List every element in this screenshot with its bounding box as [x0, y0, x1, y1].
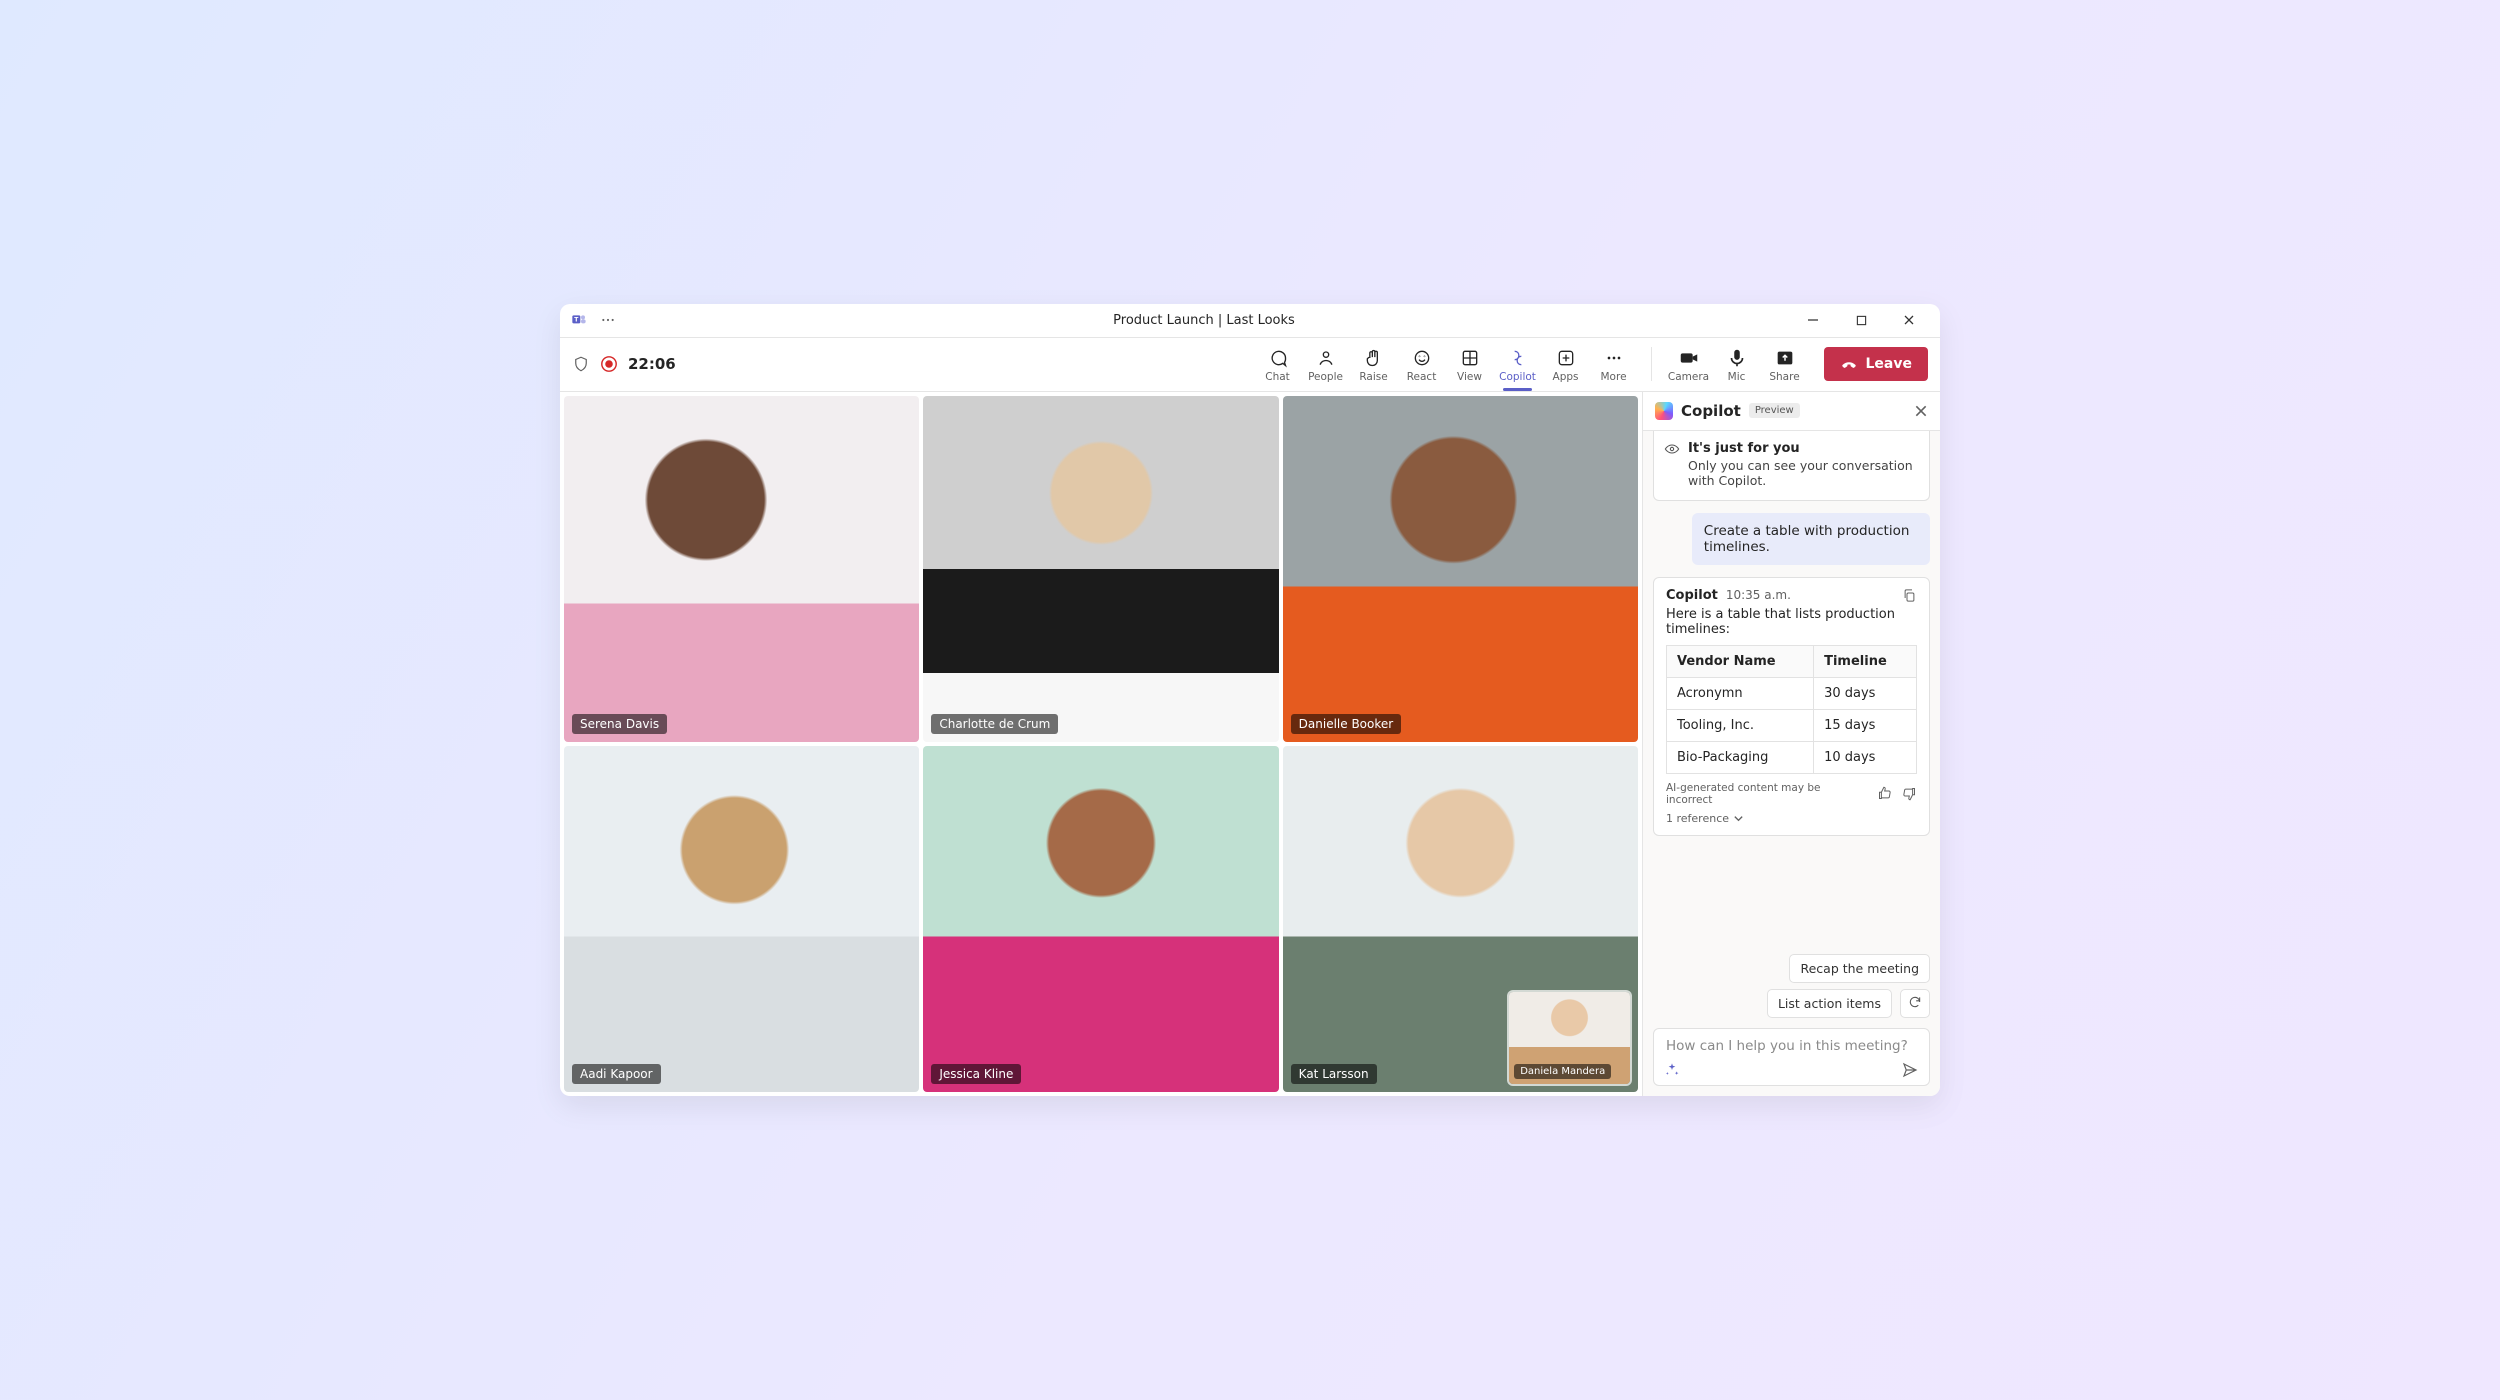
meeting-window: T Product Launch | Last Looks	[560, 304, 1940, 1097]
suggestion-chips: Recap the meeting	[1643, 944, 1940, 983]
share-button[interactable]: Share	[1762, 344, 1808, 385]
table-header: Vendor Name	[1667, 645, 1814, 677]
copilot-privacy-card: It's just for you Only you can see your …	[1653, 431, 1930, 501]
people-button[interactable]: People	[1303, 344, 1349, 385]
shield-icon[interactable]	[572, 355, 590, 373]
window-maximize-button[interactable]	[1840, 307, 1882, 333]
info-title: It's just for you	[1688, 441, 1917, 456]
leave-button[interactable]: Leave	[1824, 347, 1928, 381]
copilot-title: Copilot	[1681, 402, 1741, 420]
refresh-suggestions-button[interactable]	[1900, 989, 1930, 1018]
suggestion-recap[interactable]: Recap the meeting	[1789, 954, 1930, 983]
copilot-logo-icon	[1655, 402, 1673, 420]
view-grid-icon	[1459, 347, 1481, 369]
thumbs-up-button[interactable]	[1877, 786, 1892, 801]
copy-button[interactable]	[1902, 588, 1917, 603]
meeting-body: Serena Davis Charlotte de Crum Danielle …	[560, 392, 1940, 1097]
user-message: Create a table with production timelines…	[1692, 513, 1930, 565]
camera-button[interactable]: Camera	[1666, 344, 1712, 385]
share-icon	[1774, 347, 1796, 369]
titlebar: T Product Launch | Last Looks	[560, 304, 1940, 338]
suggestion-action-items[interactable]: List action items	[1767, 989, 1892, 1018]
send-button[interactable]	[1901, 1061, 1919, 1079]
chat-icon	[1267, 347, 1289, 369]
mic-icon	[1726, 347, 1748, 369]
chevron-down-icon	[1733, 813, 1744, 824]
sparkle-icon[interactable]	[1664, 1062, 1680, 1078]
copilot-panel: Copilot Preview It's just for you Only y…	[1642, 392, 1940, 1097]
participant-tile[interactable]: Charlotte de Crum	[923, 396, 1278, 742]
copilot-response: Copilot 10:35 a.m. Here is a table that …	[1653, 577, 1930, 836]
copilot-input[interactable]	[1664, 1037, 1919, 1055]
table-row: Tooling, Inc. 15 days	[1667, 709, 1917, 741]
participant-tile[interactable]: Aadi Kapoor	[564, 746, 919, 1093]
camera-icon	[1678, 347, 1700, 369]
thumbs-down-button[interactable]	[1902, 786, 1917, 801]
toolbar-separator	[1651, 347, 1652, 381]
info-subtitle: Only you can see your conversation with …	[1688, 458, 1917, 488]
copilot-button[interactable]: Copilot	[1495, 344, 1541, 385]
preview-badge: Preview	[1749, 403, 1800, 418]
close-panel-button[interactable]	[1914, 404, 1928, 418]
apps-icon	[1555, 347, 1577, 369]
copilot-composer	[1653, 1028, 1930, 1086]
raise-hand-icon	[1363, 347, 1385, 369]
view-button[interactable]: View	[1447, 344, 1493, 385]
react-button[interactable]: React	[1399, 344, 1445, 385]
participant-tile[interactable]: Danielle Booker	[1283, 396, 1638, 742]
meeting-title: Product Launch | Last Looks	[616, 313, 1792, 328]
hangup-icon	[1840, 355, 1858, 373]
copilot-header: Copilot Preview	[1643, 392, 1940, 431]
table-row: Acronymn 30 days	[1667, 677, 1917, 709]
more-icon	[1603, 347, 1625, 369]
mic-button[interactable]: Mic	[1714, 344, 1760, 385]
window-close-button[interactable]	[1888, 307, 1930, 333]
response-intro: Here is a table that lists production ti…	[1666, 607, 1917, 637]
participant-tile[interactable]: Serena Davis	[564, 396, 919, 742]
participant-tile[interactable]: Kat Larsson Daniela Mandera	[1283, 746, 1638, 1093]
participant-tile[interactable]: Jessica Kline	[923, 746, 1278, 1093]
meeting-toolbar: 22:06 Chat People Raise React View	[560, 338, 1940, 392]
eye-icon	[1664, 441, 1680, 457]
copilot-scroll[interactable]: It's just for you Only you can see your …	[1643, 431, 1940, 945]
teams-app-icon: T	[570, 311, 588, 329]
references-toggle[interactable]: 1 reference	[1666, 812, 1917, 825]
react-icon	[1411, 347, 1433, 369]
recording-indicator	[600, 355, 618, 373]
participant-name: Kat Larsson	[1291, 1064, 1377, 1084]
people-icon	[1315, 347, 1337, 369]
table-row: Bio-Packaging 10 days	[1667, 741, 1917, 773]
participant-name: Serena Davis	[572, 714, 667, 734]
ellipsis-icon[interactable]	[600, 312, 616, 328]
response-from: Copilot	[1666, 588, 1718, 603]
toolbar-av-group: Camera Mic Share	[1666, 344, 1808, 385]
meeting-timer: 22:06	[628, 355, 676, 373]
apps-button[interactable]: Apps	[1543, 344, 1589, 385]
participant-name: Aadi Kapoor	[572, 1064, 661, 1084]
participant-name: Jessica Kline	[931, 1064, 1021, 1084]
ai-disclaimer: AI-generated content may be incorrect	[1666, 782, 1867, 806]
participant-name: Danielle Booker	[1291, 714, 1402, 734]
copilot-icon	[1507, 347, 1529, 369]
window-minimize-button[interactable]	[1792, 307, 1834, 333]
participant-name: Charlotte de Crum	[931, 714, 1058, 734]
more-button[interactable]: More	[1591, 344, 1637, 385]
self-view-pip[interactable]: Daniela Mandera	[1509, 992, 1630, 1085]
toolbar-center-group: Chat People Raise React View Copilot	[1255, 344, 1637, 385]
table-header: Timeline	[1814, 645, 1917, 677]
production-table: Vendor Name Timeline Acronymn 30 days To…	[1666, 645, 1917, 774]
chat-button[interactable]: Chat	[1255, 344, 1301, 385]
participant-name: Daniela Mandera	[1514, 1064, 1611, 1079]
suggestion-chips-2: List action items	[1643, 983, 1940, 1018]
video-grid: Serena Davis Charlotte de Crum Danielle …	[560, 392, 1642, 1097]
response-timestamp: 10:35 a.m.	[1726, 588, 1791, 602]
raise-hand-button[interactable]: Raise	[1351, 344, 1397, 385]
